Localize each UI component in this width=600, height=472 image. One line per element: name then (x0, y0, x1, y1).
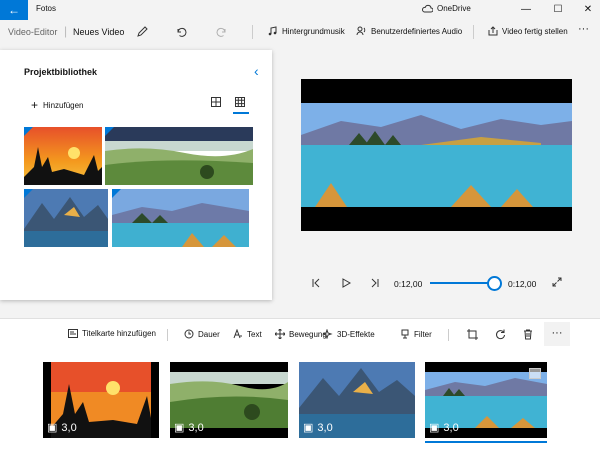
clip-duration: ▣ 3,0 (47, 421, 77, 435)
clip-select-checkbox[interactable] (529, 368, 541, 379)
motion-label: Bewegung (289, 329, 327, 339)
rotate-icon[interactable] (495, 329, 506, 340)
image-icon: ▣ (429, 422, 440, 434)
maximize-button[interactable]: ☐ (546, 1, 570, 19)
clip-duration-value: 3,0 (188, 421, 204, 434)
toolbar-divider (473, 25, 474, 39)
app-title: Fotos (36, 4, 57, 13)
used-marker (105, 127, 114, 136)
current-time: 0:12,00 (394, 279, 423, 289)
storyboard-divider (448, 329, 449, 341)
previous-frame-icon[interactable] (311, 278, 321, 288)
library-thumbnail-mountains[interactable] (24, 189, 108, 247)
library-title: Projektbibliothek (24, 67, 98, 77)
redo-icon[interactable] (216, 26, 228, 38)
finish-video-label: Video fertig stellen (502, 26, 568, 36)
progress-slider-thumb[interactable] (487, 276, 502, 291)
breadcrumb-video-editor[interactable]: Video-Editor (8, 27, 57, 37)
clip-duration-value: 3,0 (317, 421, 333, 434)
motion-icon (275, 329, 285, 339)
storyboard-clip[interactable]: ▣ 3,0 (170, 362, 288, 438)
add-title-card-button[interactable]: Titelkarte hinzufügen (68, 329, 156, 338)
selected-clip-indicator (425, 441, 547, 443)
video-preview[interactable] (301, 79, 572, 231)
undo-icon[interactable] (175, 26, 187, 38)
cloud-icon (422, 4, 433, 13)
filter-label: Filter (414, 329, 432, 339)
storyboard-clip-selected[interactable]: ▣ 3,0 (425, 362, 547, 438)
fullscreen-icon[interactable] (552, 277, 562, 287)
edit-name-icon[interactable] (136, 26, 148, 38)
large-grid-view-icon[interactable] (211, 97, 221, 107)
library-thumbnail-lake[interactable] (112, 189, 249, 247)
clip-duration-value: 3,0 (443, 421, 459, 434)
clip-duration: ▣ 3,0 (303, 421, 333, 435)
collapse-library-icon[interactable]: ‹ (254, 63, 259, 79)
end-time: 0:12,00 (508, 279, 537, 289)
clip-duration: ▣ 3,0 (174, 421, 204, 435)
project-library-panel: Projektbibliothek ‹ + Hinzufügen (0, 50, 272, 300)
image-icon: ▣ (47, 422, 58, 434)
more-options-button[interactable]: ··· (578, 23, 589, 35)
custom-audio-label: Benutzerdefiniertes Audio (371, 26, 463, 36)
close-button[interactable]: ✕ (576, 1, 600, 19)
title-bar (0, 0, 600, 20)
delete-icon[interactable] (523, 329, 533, 340)
clock-icon (184, 329, 194, 339)
small-grid-view-icon[interactable] (235, 97, 245, 107)
title-card-icon (68, 329, 78, 338)
finish-video-button[interactable]: Video fertig stellen (488, 26, 568, 36)
play-icon[interactable] (341, 278, 351, 288)
storyboard-top-border (0, 318, 600, 319)
clip-duration-value: 3,0 (61, 421, 77, 434)
sparkle-icon (323, 329, 333, 339)
image-icon: ▣ (303, 422, 314, 434)
share-icon (488, 26, 498, 36)
add-title-card-label: Titelkarte hinzufügen (82, 329, 156, 338)
storyboard-divider (167, 329, 168, 341)
storyboard-more-button[interactable]: ··· (544, 322, 570, 346)
background-music-label: Hintergrundmusik (282, 26, 345, 36)
audio-person-icon (356, 26, 366, 36)
storyboard-clip[interactable]: ▣ 3,0 (43, 362, 159, 438)
3d-effects-button[interactable]: 3D-Effekte (323, 329, 375, 339)
motion-button[interactable]: Bewegung (275, 329, 327, 339)
text-button[interactable]: Text (233, 329, 262, 339)
clip-duration: ▣ 3,0 (429, 421, 459, 435)
text-icon (233, 329, 242, 339)
used-marker (24, 189, 33, 198)
text-label: Text (247, 329, 262, 339)
onedrive-label[interactable]: OneDrive (437, 4, 471, 13)
duration-label: Dauer (198, 329, 220, 339)
breadcrumb-separator: | (64, 24, 68, 38)
minimize-button[interactable]: — (514, 1, 538, 19)
image-icon: ▣ (174, 422, 185, 434)
custom-audio-button[interactable]: Benutzerdefiniertes Audio (356, 26, 462, 36)
active-view-indicator (233, 112, 249, 114)
music-icon (268, 26, 277, 36)
crop-resize-icon[interactable] (467, 329, 478, 340)
used-marker (24, 127, 33, 136)
duration-button[interactable]: Dauer (184, 329, 220, 339)
filter-icon (401, 329, 409, 339)
background-music-button[interactable]: Hintergrundmusik (268, 26, 345, 36)
library-thumbnail-sunset[interactable] (24, 127, 102, 185)
breadcrumb-current-video[interactable]: Neues Video (73, 27, 124, 37)
library-thumbnail-field[interactable] (105, 127, 253, 185)
3d-effects-label: 3D-Effekte (337, 329, 375, 339)
next-frame-icon[interactable] (370, 278, 380, 288)
add-media-label: Hinzufügen (43, 100, 84, 110)
used-marker (112, 189, 121, 198)
back-button[interactable]: ← (0, 0, 28, 20)
storyboard-clip[interactable]: ▣ 3,0 (299, 362, 415, 438)
filter-button[interactable]: Filter (400, 329, 432, 339)
toolbar-divider (252, 25, 253, 39)
progress-track-filled[interactable] (430, 282, 494, 284)
plus-icon: + (31, 98, 39, 112)
add-media-button[interactable]: + Hinzufügen (31, 98, 84, 112)
